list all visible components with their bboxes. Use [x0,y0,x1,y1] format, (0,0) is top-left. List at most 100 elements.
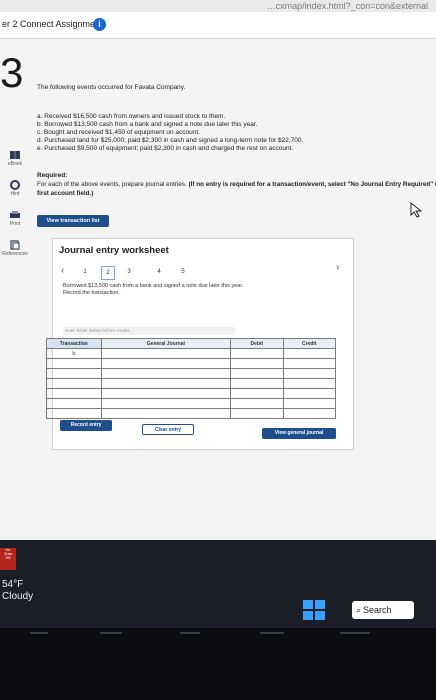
account-field[interactable] [100,358,232,369]
sidebar-item-label: eBook [7,161,23,167]
list-item: a. Received $16,500 cash from owners and… [37,113,226,120]
print-icon [10,211,20,218]
assignment-header: er 2 Connect Assignment i [0,12,436,39]
assignment-title: er 2 Connect Assignment [2,19,103,29]
prev-arrow-icon[interactable]: ‹ [61,265,64,276]
page-3[interactable]: 3 [123,266,135,278]
account-field[interactable] [100,388,232,399]
book-icon [10,151,20,159]
transaction-cell [46,398,102,409]
sidebar-item-label: Print [9,221,21,227]
references-icon [10,240,20,250]
debit-field[interactable] [230,398,284,409]
account-field[interactable] [100,348,232,359]
sidebar-item-print[interactable]: Print [0,210,30,227]
windows-start-icon[interactable] [303,600,325,620]
column-header: Debit [230,338,284,349]
list-item: c. Bought and received $1,450 of equipme… [37,129,200,136]
sidebar-item-label: References [2,251,28,257]
list-item: d. Purchased land for $25,000; paid $2,3… [37,137,304,144]
required-text: For each of the above events, prepare jo… [37,181,187,188]
account-field[interactable] [100,368,232,379]
mcgraw-hill-logo: Mc Graw Hill [0,548,16,570]
search-icon: ⌕ [356,605,362,615]
question-number: 3 [0,49,24,96]
transaction-cell [46,368,102,379]
journal-entry-table: Transaction General Journal Debit Credit… [46,338,336,419]
debit-field[interactable] [230,408,284,419]
table-row [46,388,336,399]
worksheet-title: Journal entry worksheet [59,245,169,256]
key-row [100,632,122,634]
transaction-cell [46,388,102,399]
transaction-description: Borrowed $13,500 cash from a bank and si… [63,283,244,289]
transaction-cell [46,408,102,419]
search-label: Search [363,605,392,615]
credit-field[interactable] [282,408,336,419]
table-row [46,368,336,379]
sidebar-item-hint[interactable]: Hint [0,180,30,197]
weather-widget[interactable]: 54°F Cloudy [2,579,33,603]
table-row [46,358,336,369]
debit-field[interactable] [230,348,284,359]
table-row [46,398,336,409]
info-icon[interactable]: i [93,18,106,31]
list-item: e. Purchased $9,500 of equipment; paid $… [37,145,294,152]
record-entry-button[interactable]: Record entry [60,420,112,431]
record-instruction: Record the transaction. [63,290,120,296]
worksheet-instructions: Borrowed $13,500 cash from a bank and si… [63,283,323,297]
transaction-cell: b [46,348,102,359]
address-bar[interactable]: …cxmap/index.html?_con=con&external [0,0,436,12]
page-5[interactable]: 5 [177,266,189,278]
problem-intro: The following events occurred for Favata… [37,84,186,91]
view-general-journal-button[interactable]: View general journal [262,428,336,439]
laptop-bezel [0,628,436,700]
list-item: b. Borrowed $13,500 cash from a bank and… [37,121,258,128]
browser-screen: …cxmap/index.html?_con=con&external er 2… [0,0,436,628]
column-header: General Journal [100,338,232,349]
page-4[interactable]: 4 [153,266,165,278]
account-field[interactable] [100,378,232,389]
key-row [30,632,48,634]
transaction-cell [46,378,102,389]
required-instructions: For each of the above events, prepare jo… [37,181,436,198]
table-row [46,378,336,389]
view-transaction-list-button[interactable]: View transaction list [37,215,109,227]
credit-field[interactable] [282,378,336,389]
sidebar-item-label: Hint [10,191,20,197]
account-field[interactable] [100,408,232,419]
page-1[interactable]: 1 [79,266,91,278]
events-list: a. Received $16,500 cash from owners and… [37,113,303,153]
account-field[interactable] [100,398,232,409]
transaction-cell [46,358,102,369]
key-row [260,632,284,634]
credit-field[interactable] [282,358,336,369]
table-header-row: Transaction General Journal Debit Credit [46,338,336,349]
debit-field[interactable] [230,388,284,399]
credit-field[interactable] [282,388,336,399]
debit-field[interactable] [230,378,284,389]
sidebar-item-references[interactable]: References [0,240,30,257]
credit-field[interactable] [282,348,336,359]
sidebar-item-ebook[interactable]: eBook [0,150,30,167]
debits-credits-note: Note: Enter debits before credits. [63,327,235,335]
column-header: Transaction [46,338,102,349]
key-row [340,632,370,634]
credit-field[interactable] [282,398,336,409]
lifebuoy-icon [10,180,20,190]
mouse-cursor-icon [410,202,423,218]
page-2[interactable]: 2 [101,266,115,280]
table-row: b [46,348,336,359]
column-header: Credit [282,338,336,349]
weather-condition: Cloudy [2,591,34,602]
clear-entry-button[interactable]: Clear entry [142,424,194,435]
debit-field[interactable] [230,368,284,379]
debit-field[interactable] [230,358,284,369]
next-arrow-icon[interactable]: › [336,262,339,273]
credit-field[interactable] [282,368,336,379]
required-heading: Required: [37,172,68,179]
weather-temperature: 54°F [2,579,24,590]
key-row [180,632,200,634]
table-row [46,408,336,419]
taskbar-search-button[interactable]: ⌕ Search [352,601,414,619]
